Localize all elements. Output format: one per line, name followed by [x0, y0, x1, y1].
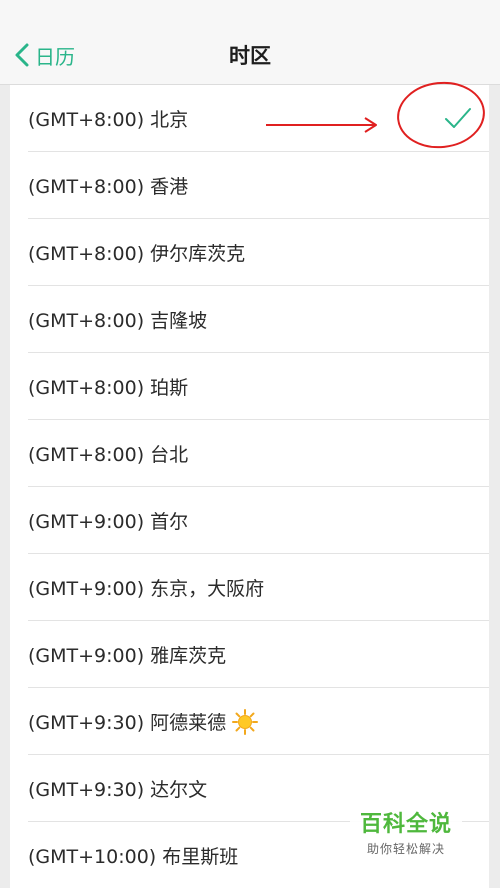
top-bar: 日历 时区	[0, 26, 500, 85]
timezone-label: (GMT+8:00) 伊尔库茨克	[28, 243, 246, 265]
timezone-label: (GMT+8:00) 北京	[28, 109, 189, 131]
timezone-label: (GMT+8:00) 珀斯	[28, 377, 189, 399]
timezone-row[interactable]: (GMT+8:00) 香港	[10, 152, 489, 219]
timezone-label: (GMT+9:00) 雅库茨克	[28, 645, 227, 667]
timezone-row[interactable]: (GMT+8:00) 吉隆坡	[10, 286, 489, 353]
page-title: 时区	[229, 44, 271, 68]
timezone-label: (GMT+8:00) 吉隆坡	[28, 310, 208, 332]
timezone-label: (GMT+9:30) 阿德莱德	[28, 712, 227, 734]
timezone-label: (GMT+9:00) 首尔	[28, 511, 189, 533]
timezone-row[interactable]: (GMT+8:00) 伊尔库茨克	[10, 219, 489, 286]
timezone-screen: 日历 时区 (GMT+8:00) 北京 (GMT+8:00) 香港 (GMT+8…	[0, 0, 500, 888]
watermark-title: 百科全说	[359, 812, 452, 837]
timezone-label: (GMT+8:00) 台北	[28, 444, 189, 466]
watermark-subtitle: 助你轻松解决	[366, 842, 445, 856]
timezone-row[interactable]: (GMT+9:00) 东京，大阪府	[10, 554, 489, 621]
timezone-row[interactable]: (GMT+9:00) 首尔	[10, 487, 489, 554]
timezone-row[interactable]: (GMT+8:00) 台北	[10, 420, 489, 487]
timezone-row[interactable]: (GMT+8:00) 北京	[10, 85, 489, 152]
timezone-list: (GMT+8:00) 北京 (GMT+8:00) 香港 (GMT+8:00) 伊…	[10, 85, 489, 888]
timezone-row[interactable]: (GMT+9:00) 雅库茨克	[10, 621, 489, 688]
timezone-label: (GMT+8:00) 香港	[28, 176, 189, 198]
watermark: 百科全说 助你轻松解决	[350, 805, 462, 863]
timezone-label: (GMT+9:00) 东京，大阪府	[28, 578, 265, 600]
timezone-row[interactable]: (GMT+9:30) 阿德莱德	[10, 688, 489, 755]
timezone-label: (GMT+9:30) 达尔文	[28, 779, 208, 801]
sun-icon	[232, 708, 259, 735]
status-bar	[0, 0, 500, 26]
timezone-row[interactable]: (GMT+8:00) 珀斯	[10, 353, 489, 420]
timezone-label: (GMT+10:00) 布里斯班	[28, 846, 239, 868]
checkmark-icon	[445, 108, 471, 128]
